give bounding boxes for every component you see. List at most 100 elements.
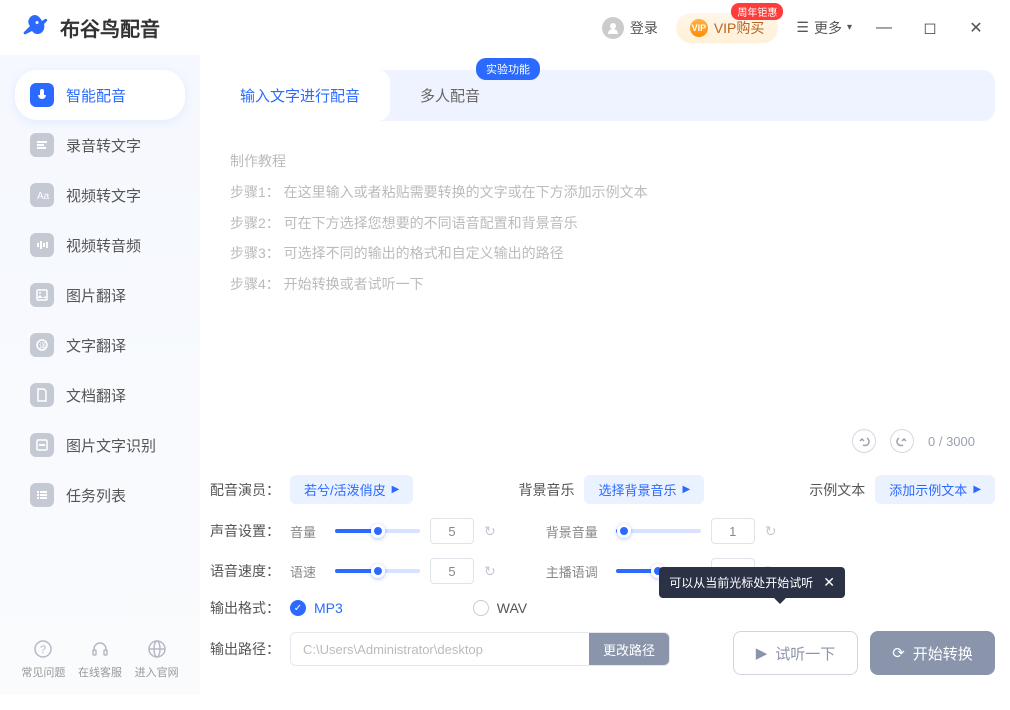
faq-button[interactable]: ? 常见问题 xyxy=(21,638,65,680)
speed-slider[interactable] xyxy=(335,569,420,573)
convert-button[interactable]: ⟳ 开始转换 xyxy=(870,631,995,675)
tab-label: 输入文字进行配音 xyxy=(240,88,360,105)
bgm-label: 背景音乐 xyxy=(518,480,574,500)
tab-label: 多人配音 xyxy=(420,88,480,105)
tabs: 输入文字进行配音 多人配音实验功能 xyxy=(210,70,995,121)
bg-volume-value[interactable]: 1 xyxy=(711,518,755,544)
char-counter: 0 / 3000 xyxy=(928,434,975,449)
tab-text-dub[interactable]: 输入文字进行配音 xyxy=(210,70,390,121)
nav-audio-to-text[interactable]: 录音转文字 xyxy=(15,120,185,170)
list-icon xyxy=(30,483,54,507)
radio-label: WAV xyxy=(497,600,527,616)
more-button[interactable]: ☰ 更多 ▾ xyxy=(796,18,852,38)
bgm-select[interactable]: 选择背景音乐▶ xyxy=(584,475,704,504)
maximize-button[interactable]: ◻ xyxy=(916,14,944,42)
speed-sub-label: 语速 xyxy=(290,562,325,581)
sample-select[interactable]: 添加示例文本▶ xyxy=(875,475,995,504)
action-buttons: ▶ 试听一下 ⟳ 开始转换 xyxy=(733,631,995,675)
arrow-right-icon: ▶ xyxy=(392,484,400,495)
globe-icon xyxy=(146,638,168,660)
undo-button[interactable] xyxy=(852,429,876,453)
nav-smart-dubbing[interactable]: 智能配音 xyxy=(15,70,185,120)
format-label: 输出格式： xyxy=(210,598,280,618)
change-path-button[interactable]: 更改路径 xyxy=(589,633,669,665)
nav-label: 任务列表 xyxy=(66,485,126,506)
output-path-input[interactable]: C:\Users\Administrator\desktop 更改路径 xyxy=(290,632,670,666)
close-button[interactable]: ✕ xyxy=(962,14,990,42)
translate-icon: 译 xyxy=(30,333,54,357)
chevron-down-icon: ▾ xyxy=(847,22,852,33)
voice-actor-label: 配音演员： xyxy=(210,480,280,500)
radio-icon xyxy=(290,600,306,616)
nav-ocr[interactable]: 图片文字识别 xyxy=(15,420,185,470)
text-icon: Aa xyxy=(30,183,54,207)
tooltip-close[interactable]: ✕ xyxy=(823,574,835,591)
preview-label: 试听一下 xyxy=(775,643,835,664)
tooltip-text: 可以从当前光标处开始试听 xyxy=(669,574,813,591)
bg-volume-label: 背景音量 xyxy=(546,522,606,541)
ph-line: 步骤4： 开始转换或者试听一下 xyxy=(230,269,975,300)
nav-label: 图片文字识别 xyxy=(66,435,156,456)
ph-line: 步骤2： 可在下方选择您想要的不同语音配置和背景音乐 xyxy=(230,208,975,239)
preview-button[interactable]: ▶ 试听一下 xyxy=(733,631,858,675)
wave-icon xyxy=(30,233,54,257)
vip-label: VIP购买 xyxy=(714,18,765,38)
radio-mp3[interactable]: MP3 xyxy=(290,600,343,616)
volume-value[interactable]: 5 xyxy=(430,518,474,544)
speed-label: 语音速度： xyxy=(210,561,280,581)
titlebar: 布谷鸟配音 登录 VIP VIP购买 周年钜惠 ☰ 更多 ▾ — ◻ ✕ xyxy=(0,0,1010,55)
volume-slider[interactable] xyxy=(335,529,420,533)
text-editor[interactable]: 制作教程 步骤1： 在这里输入或者粘贴需要转换的文字或在下方添加示例文本 步骤2… xyxy=(210,131,995,463)
scan-icon xyxy=(30,433,54,457)
reset-icon[interactable]: ↻ xyxy=(765,523,777,540)
support-button[interactable]: 在线客服 xyxy=(78,638,122,680)
experiment-badge: 实验功能 xyxy=(476,58,540,80)
voice-actor-select[interactable]: 若兮/活泼俏皮 ▶ xyxy=(290,475,413,504)
vip-tag: 周年钜惠 xyxy=(731,3,783,20)
bird-icon xyxy=(20,13,50,43)
svg-text:?: ? xyxy=(40,644,46,656)
volume-label: 音量 xyxy=(290,522,325,541)
play-icon: ▶ xyxy=(756,644,768,662)
login-button[interactable]: 登录 xyxy=(602,17,658,39)
sound-label: 声音设置： xyxy=(210,521,280,541)
faq-label: 常见问题 xyxy=(21,664,65,680)
nav-image-translate[interactable]: 图片翻译 xyxy=(15,270,185,320)
pitch-label: 主播语调 xyxy=(546,562,606,581)
refresh-icon: ⟳ xyxy=(892,644,905,662)
voice-actor-value: 若兮/活泼俏皮 xyxy=(304,480,386,499)
convert-label: 开始转换 xyxy=(913,643,973,664)
app-name: 布谷鸟配音 xyxy=(60,13,160,42)
doc-icon xyxy=(30,383,54,407)
nav-video-to-text[interactable]: Aa视频转文字 xyxy=(15,170,185,220)
nav-video-to-audio[interactable]: 视频转音频 xyxy=(15,220,185,270)
ph-title: 制作教程 xyxy=(230,146,975,177)
nav-tasks[interactable]: 任务列表 xyxy=(15,470,185,520)
reset-icon[interactable]: ↻ xyxy=(484,563,496,580)
nav-doc-translate[interactable]: 文档翻译 xyxy=(15,370,185,420)
reset-icon[interactable]: ↻ xyxy=(484,523,496,540)
nav-label: 文档翻译 xyxy=(66,385,126,406)
tooltip: 可以从当前光标处开始试听 ✕ xyxy=(659,567,845,598)
tab-multi-dub[interactable]: 多人配音实验功能 xyxy=(390,70,510,121)
sample-label: 示例文本 xyxy=(809,480,865,500)
nav-label: 录音转文字 xyxy=(66,135,141,156)
arrow-right-icon: ▶ xyxy=(973,484,981,495)
minimize-button[interactable]: — xyxy=(870,14,898,42)
vip-button[interactable]: VIP VIP购买 周年钜惠 xyxy=(676,13,779,43)
radio-label: MP3 xyxy=(314,600,343,616)
nav-text-translate[interactable]: 译文字翻译 xyxy=(15,320,185,370)
sidebar-footer: ? 常见问题 在线客服 进入官网 xyxy=(15,623,185,695)
app-logo: 布谷鸟配音 xyxy=(20,13,160,43)
redo-button[interactable] xyxy=(890,429,914,453)
speed-value[interactable]: 5 xyxy=(430,558,474,584)
radio-wav[interactable]: WAV xyxy=(473,600,527,616)
website-button[interactable]: 进入官网 xyxy=(135,638,179,680)
nav-label: 智能配音 xyxy=(66,85,126,106)
ph-line: 步骤1： 在这里输入或者粘贴需要转换的文字或在下方添加示例文本 xyxy=(230,177,975,208)
bg-volume-slider[interactable] xyxy=(616,529,701,533)
vip-crown-icon: VIP xyxy=(690,19,708,37)
image-icon xyxy=(30,283,54,307)
svg-text:Aa: Aa xyxy=(37,191,49,202)
avatar-icon xyxy=(602,17,624,39)
